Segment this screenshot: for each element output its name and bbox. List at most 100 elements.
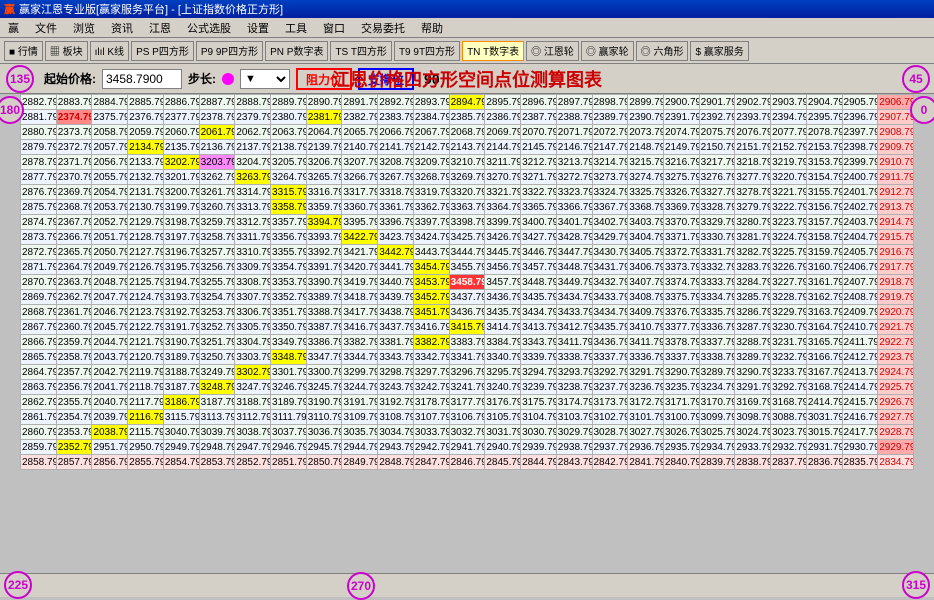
tb-service[interactable]: $ 赢家服务 <box>690 41 748 61</box>
table-cell: 3349.79 <box>271 335 307 350</box>
menu-help[interactable]: 帮助 <box>417 18 447 38</box>
table-cell: 2138.79 <box>271 140 307 155</box>
table-cell: 3035.79 <box>342 425 378 440</box>
table-cell: 3458.79 <box>449 275 485 290</box>
table-cell: 2371.79 <box>56 155 92 170</box>
table-cell: 3257.79 <box>199 245 235 260</box>
table-cell: 2142.79 <box>413 140 449 155</box>
step-label: 步长: <box>188 70 216 87</box>
table-cell: 2075.79 <box>699 125 735 140</box>
table-cell: 3217.79 <box>699 155 735 170</box>
table-cell: 2390.79 <box>628 110 664 125</box>
table-cell: 3271.79 <box>521 170 557 185</box>
table-cell: 3282.79 <box>735 245 771 260</box>
table-cell: 3452.79 <box>413 290 449 305</box>
table-cell: 3033.79 <box>413 425 449 440</box>
table-cell: 2355.79 <box>56 395 92 410</box>
table-cell: 2928.79 <box>878 425 914 440</box>
table-cell: 3338.79 <box>556 350 592 365</box>
table-cell: 3155.79 <box>806 185 842 200</box>
tb-sector[interactable]: ▦ 板块 <box>45 41 88 61</box>
tb-kline[interactable]: ılıl K线 <box>90 41 129 61</box>
table-cell: 3039.79 <box>199 425 235 440</box>
table-cell: 2129.79 <box>128 215 164 230</box>
table-cell: 3027.79 <box>628 425 664 440</box>
table-cell: 3296.79 <box>449 365 485 380</box>
table-cell: 3442.79 <box>378 245 414 260</box>
table-cell: 3366.79 <box>556 200 592 215</box>
table-cell: 3192.79 <box>378 395 414 410</box>
tb-t4[interactable]: TS T四方形 <box>330 41 391 61</box>
table-cell: 3312.79 <box>235 215 271 230</box>
table-cell: 2933.79 <box>735 440 771 455</box>
corner-135: 135 <box>6 65 34 93</box>
menu-browse[interactable]: 浏览 <box>69 18 99 38</box>
menu-trade[interactable]: 交易委托 <box>357 18 409 38</box>
table-cell: 3374.79 <box>663 275 699 290</box>
menu-file[interactable]: 文件 <box>31 18 61 38</box>
tb-pn[interactable]: PN P数字表 <box>265 41 328 61</box>
table-cell: 2399.79 <box>842 155 878 170</box>
table-cell: 2117.79 <box>128 395 164 410</box>
menu-jiangen[interactable]: 江恩 <box>145 18 175 38</box>
step-select[interactable]: ▼ <box>240 69 290 89</box>
menu-window[interactable]: 窗口 <box>319 18 349 38</box>
table-cell: 3236.79 <box>628 380 664 395</box>
table-row: 2871.792364.792049.792126.793195.793256.… <box>21 260 914 275</box>
table-cell: 2414.79 <box>806 395 842 410</box>
tb-9t[interactable]: T9 9T四方形 <box>394 41 460 61</box>
menu-info[interactable]: 资讯 <box>107 18 137 38</box>
table-cell: 3445.79 <box>485 245 521 260</box>
table-cell: 3378.79 <box>663 335 699 350</box>
table-cell: 2360.79 <box>56 320 92 335</box>
table-cell: 2417.79 <box>842 425 878 440</box>
table-cell: 3266.79 <box>342 170 378 185</box>
tb-tn[interactable]: TN T数字表 <box>462 41 524 61</box>
table-cell: 2045.79 <box>92 320 128 335</box>
table-cell: 2841.79 <box>628 455 664 470</box>
tb-quotes[interactable]: ■ 行情 <box>4 41 43 61</box>
tb-p4[interactable]: PS P四方形 <box>131 41 194 61</box>
table-row: 2864.792357.792042.792119.793188.793249.… <box>21 365 914 380</box>
menu-win[interactable]: 赢 <box>4 18 23 38</box>
table-cell: 2863.79 <box>21 380 57 395</box>
step-dot <box>222 73 234 85</box>
menu-tools[interactable]: 工具 <box>281 18 311 38</box>
table-row: 2869.792362.792047.792124.793193.793254.… <box>21 290 914 305</box>
table-cell: 3278.79 <box>735 185 771 200</box>
table-cell: 2397.79 <box>842 125 878 140</box>
table-cell: 3319.79 <box>413 185 449 200</box>
table-cell: 2890.79 <box>306 95 342 110</box>
table-cell: 2411.79 <box>842 335 878 350</box>
table-cell: 3354.79 <box>271 260 307 275</box>
table-cell: 3333.79 <box>699 275 735 290</box>
table-row: 2862.792355.792040.792117.793186.793187.… <box>21 395 914 410</box>
menu-formula[interactable]: 公式选股 <box>183 18 235 38</box>
table-cell: 3108.79 <box>378 410 414 425</box>
start-price-input[interactable] <box>102 69 182 89</box>
table-cell: 3031.79 <box>806 410 842 425</box>
table-cell: 3428.79 <box>556 230 592 245</box>
tb-wheel[interactable]: ◎ 江恩轮 <box>526 41 579 61</box>
table-cell: 2856.79 <box>92 455 128 470</box>
table-cell: 2131.79 <box>128 185 164 200</box>
menu-settings[interactable]: 设置 <box>243 18 273 38</box>
table-cell: 3304.79 <box>235 335 271 350</box>
table-cell: 3401.79 <box>556 215 592 230</box>
tb-yj-wheel[interactable]: ◎ 赢家轮 <box>581 41 634 61</box>
table-cell: 2369.79 <box>56 185 92 200</box>
table-cell: 3107.79 <box>413 410 449 425</box>
table-cell: 2378.79 <box>199 110 235 125</box>
tb-9p[interactable]: P9 9P四方形 <box>196 41 263 61</box>
table-cell: 2059.79 <box>128 125 164 140</box>
table-cell: 3111.79 <box>271 410 307 425</box>
table-cell: 3275.79 <box>663 170 699 185</box>
table-cell: 2942.79 <box>413 440 449 455</box>
table-cell: 2394.79 <box>771 110 807 125</box>
table-cell: 3455.79 <box>449 260 485 275</box>
table-cell: 3175.79 <box>521 395 557 410</box>
tb-hex[interactable]: ◎ 六角形 <box>636 41 689 61</box>
table-cell: 3454.79 <box>413 260 449 275</box>
table-row: 2868.792361.792046.792123.793192.793253.… <box>21 305 914 320</box>
table-cell: 2063.79 <box>271 125 307 140</box>
